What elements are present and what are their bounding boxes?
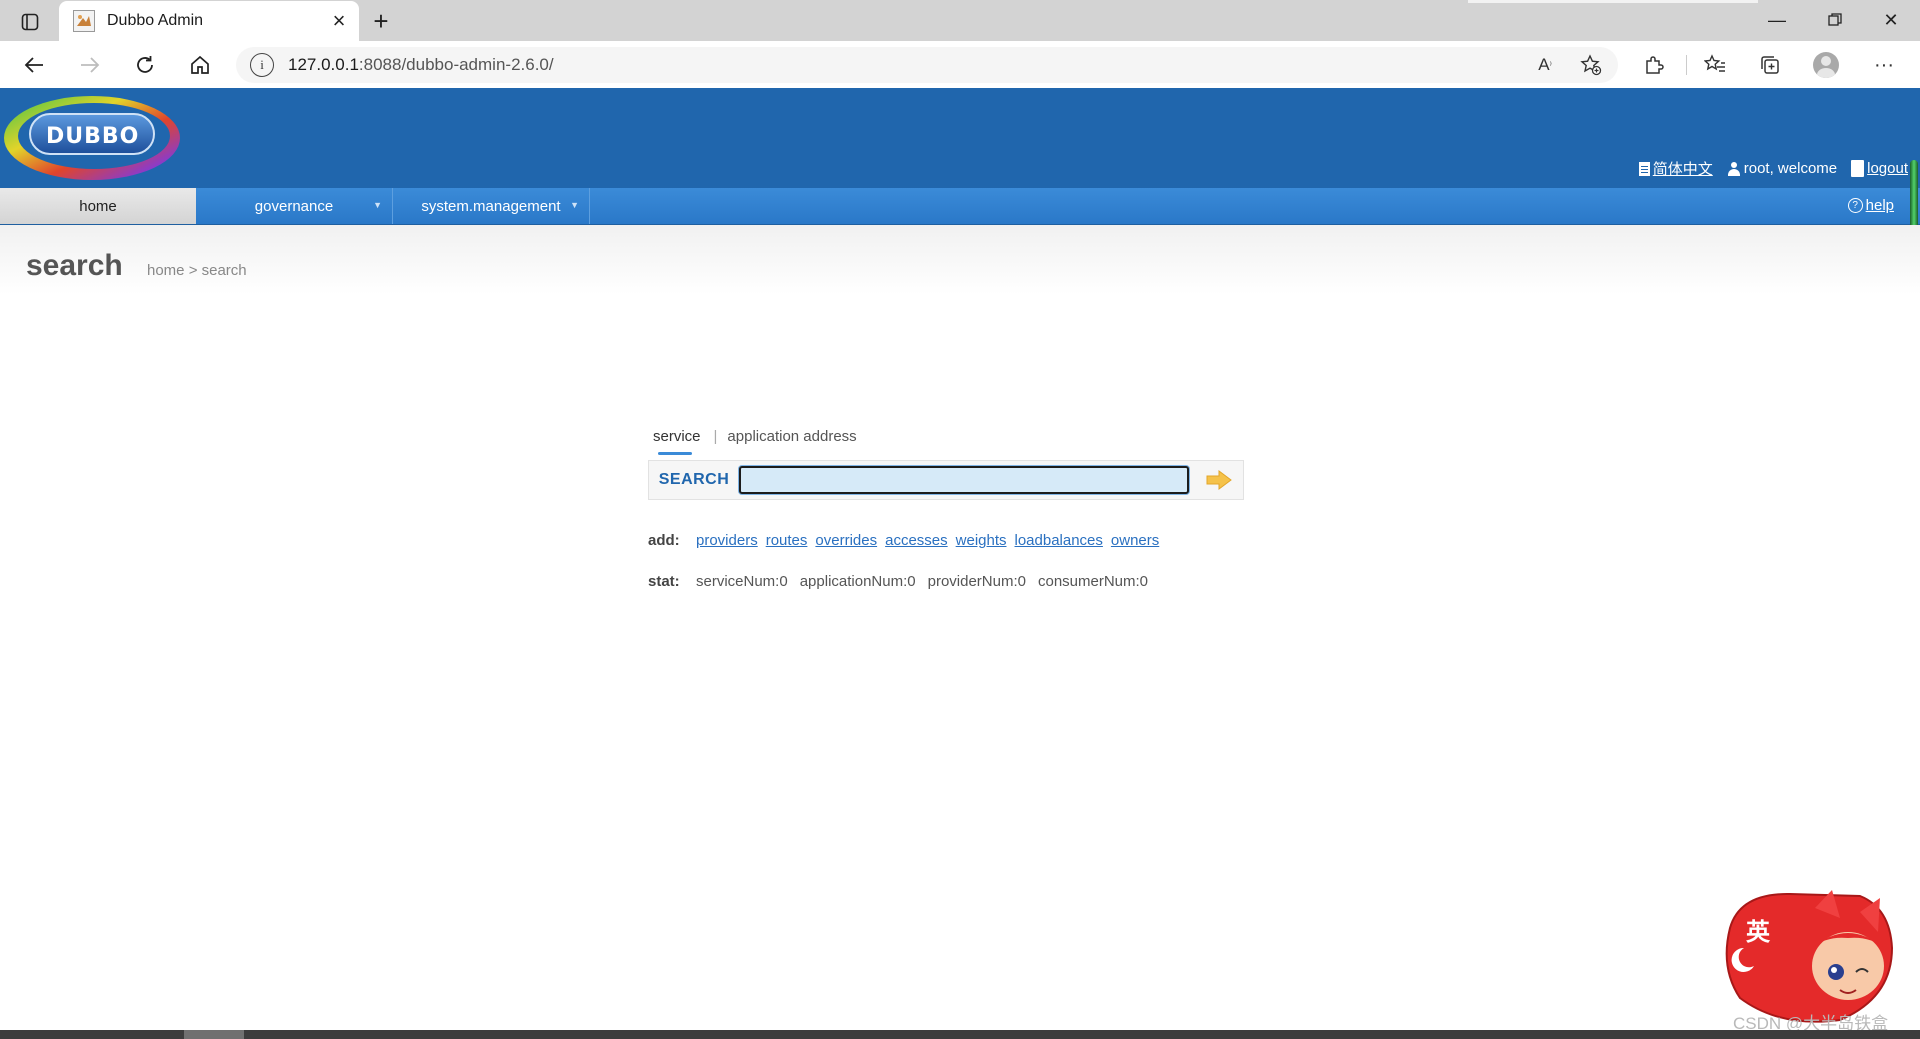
minimize-icon[interactable]: — (1748, 0, 1806, 40)
menu-governance-label: governance (254, 197, 334, 215)
toolbar-separator (1686, 55, 1687, 75)
forward-icon[interactable] (72, 48, 108, 82)
logout-link[interactable]: logout (1867, 160, 1908, 177)
logout[interactable]: logout (1851, 160, 1908, 177)
user-bar: 简体中文 root, welcome logout (1638, 158, 1908, 179)
stat-application-num: applicationNum:0 (799, 573, 916, 590)
url-field[interactable]: i 127.0.0.1:8088/dubbo-admin-2.6.0/ A ⁾ (236, 47, 1618, 83)
profile-icon (1813, 52, 1839, 78)
horizontal-scrollbar (0, 1030, 1920, 1039)
menu-governance[interactable]: governance ▼ (196, 188, 393, 224)
page-scrollbar[interactable] (1910, 160, 1918, 232)
browser-tab-strip: Dubbo Admin × + — ✕ (0, 0, 1920, 41)
menu-home[interactable]: home (0, 188, 196, 224)
language-switch[interactable]: 简体中文 (1638, 158, 1713, 179)
language-link[interactable]: 简体中文 (1653, 158, 1713, 179)
tab-title: Dubbo Admin (107, 12, 204, 29)
add-overrides-link[interactable]: overrides (815, 532, 877, 549)
scrollbar-thumb[interactable] (184, 1030, 244, 1039)
add-providers-link[interactable]: providers (696, 532, 758, 549)
more-options-icon[interactable]: ··· (1866, 48, 1902, 82)
menu-system-management-label: system.management (421, 197, 561, 215)
url-text: 127.0.0.1:8088/dubbo-admin-2.6.0/ (288, 55, 554, 75)
stat-label: stat: (648, 573, 680, 590)
welcome-label: root, welcome (1743, 160, 1838, 177)
home-icon[interactable] (182, 48, 218, 82)
favorites-icon[interactable] (1697, 48, 1733, 82)
menu-system-management[interactable]: system.management ▼ (393, 188, 590, 224)
tab-actions-button[interactable] (10, 8, 50, 36)
add-accesses-link[interactable]: accesses (885, 532, 948, 549)
document-icon (1638, 161, 1650, 176)
welcome-text: root, welcome (1727, 160, 1837, 177)
window-close-icon[interactable]: ✕ (1862, 0, 1920, 40)
site-header: DUBBO 简体中文 root, welcome logout (0, 88, 1920, 188)
logout-icon (1851, 160, 1865, 177)
back-icon[interactable] (16, 48, 52, 82)
search-box: SEARCH (648, 460, 1244, 500)
page-title: search (26, 249, 123, 282)
add-label: add: (648, 532, 680, 549)
stat-consumer-num: consumerNum:0 (1037, 573, 1149, 590)
add-routes-link[interactable]: routes (766, 532, 808, 549)
search-label: SEARCH (658, 471, 730, 488)
add-loadbalances-link[interactable]: loadbalances (1015, 532, 1103, 549)
add-row: add: providers routes overrides accesses… (648, 532, 1248, 549)
stat-row: stat: serviceNum:0 applicationNum:0 prov… (648, 573, 1248, 590)
url-host: 127.0.0.1 (288, 55, 359, 74)
read-aloud-icon[interactable]: A ⁾ (1532, 52, 1558, 78)
tab-service[interactable]: service (648, 426, 706, 455)
search-go-arrow-icon[interactable] (1205, 469, 1233, 491)
refresh-icon[interactable] (127, 48, 163, 82)
extensions-icon[interactable] (1636, 48, 1672, 82)
help[interactable]: ? help (1847, 197, 1894, 214)
user-icon (1727, 161, 1741, 176)
main-menu: home governance ▼ system.management ▼ ? … (0, 188, 1920, 225)
add-owners-link[interactable]: owners (1111, 532, 1159, 549)
stat-service-num: serviceNum:0 (696, 573, 788, 590)
search-tabs: service | application address (648, 426, 1248, 456)
add-favorite-icon[interactable] (1578, 52, 1604, 78)
dropdown-arrow-icon: ▼ (570, 200, 579, 210)
search-panel: service | application address SEARCH add… (648, 426, 1248, 590)
breadcrumb: home > search (147, 262, 247, 279)
tab-actions-icon (21, 13, 39, 31)
fox-mascot-icon (1725, 890, 1894, 1023)
stat-provider-num: providerNum:0 (927, 573, 1026, 590)
dubbo-logo[interactable]: DUBBO (2, 94, 182, 182)
profile-avatar[interactable] (1808, 48, 1844, 82)
tab-separator: | (713, 428, 718, 445)
mascot-char: 英 (1746, 919, 1770, 946)
collections-icon[interactable] (1752, 48, 1788, 82)
logo-text: DUBBO (46, 124, 140, 149)
ime-mascot[interactable]: 英 (1720, 888, 1900, 1028)
top-strip (1468, 0, 1758, 3)
url-path: :8088/dubbo-admin-2.6.0/ (358, 55, 554, 74)
help-icon: ? (1847, 198, 1863, 213)
restore-icon[interactable] (1806, 0, 1864, 40)
browser-tab[interactable]: Dubbo Admin × (59, 1, 359, 41)
dropdown-arrow-icon: ▼ (373, 200, 382, 210)
search-input[interactable] (739, 466, 1189, 494)
site-info-icon[interactable]: i (250, 53, 274, 77)
new-tab-icon[interactable]: + (366, 6, 396, 36)
help-link[interactable]: help (1866, 197, 1894, 214)
dubbo-favicon-icon (73, 10, 95, 32)
address-bar-row: i 127.0.0.1:8088/dubbo-admin-2.6.0/ A ⁾ ·… (0, 41, 1920, 89)
tab-close-icon[interactable]: × (325, 7, 353, 35)
add-weights-link[interactable]: weights (956, 532, 1007, 549)
tab-application-address[interactable]: application address (727, 426, 856, 447)
page-title-bar: search home > search (0, 225, 1920, 295)
